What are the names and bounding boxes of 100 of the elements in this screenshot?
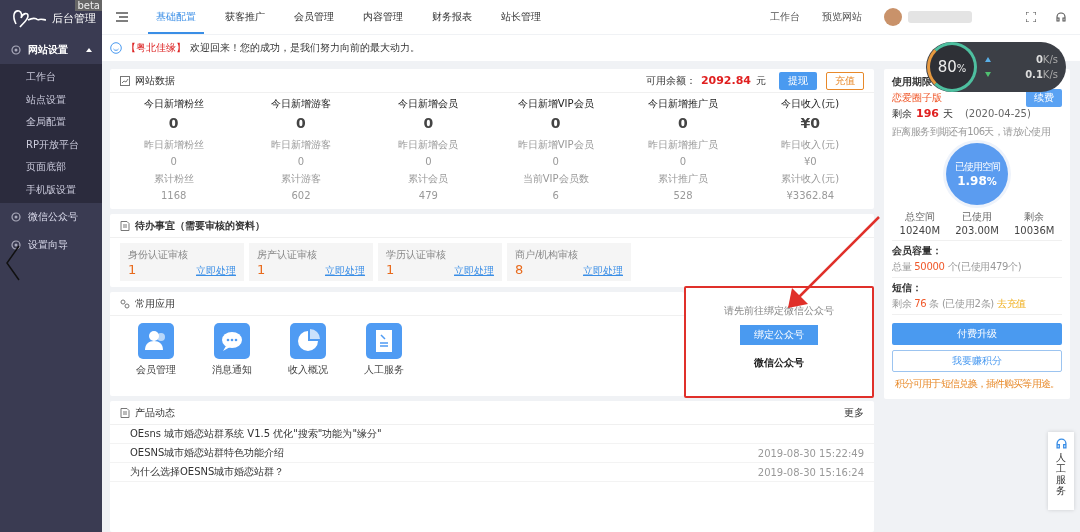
chevron-left-icon[interactable]	[6, 245, 20, 281]
apps-icon	[120, 298, 130, 309]
stat-title: 今日新增粉丝	[143, 97, 204, 111]
pie-chart-icon[interactable]	[290, 323, 326, 359]
sidebar-item[interactable]: 页面底部	[0, 156, 102, 179]
fullscreen-icon[interactable]	[1026, 12, 1036, 22]
headset-icon[interactable]	[1056, 12, 1066, 22]
stat-text: 昨日新增推广员	[648, 138, 718, 152]
chat-icon[interactable]	[214, 323, 250, 359]
stat-title: 今日收入(元)	[781, 97, 840, 111]
space-value: 10240M	[899, 225, 941, 236]
nav-tab[interactable]: 财务报表	[424, 0, 480, 34]
plan-note: 距离服务到期还有106天，请放心使用	[892, 125, 1052, 139]
headset-icon	[1055, 438, 1067, 449]
points-note: 积分可用于短信兑换，插件购买等用途。	[894, 377, 1060, 391]
document-icon[interactable]	[366, 323, 402, 359]
app-label[interactable]: 人工服务	[364, 363, 404, 377]
gear-icon	[10, 44, 22, 56]
balance-value: 2092.84	[700, 74, 751, 87]
nav-tab[interactable]: 内容管理	[355, 0, 411, 34]
sidebar-group[interactable]: 网站设置	[0, 36, 102, 64]
stat-text: 当前VIP会员数	[522, 172, 589, 186]
news-link[interactable]: OESNS城市婚恋站群特色功能介绍	[130, 446, 285, 460]
stat-text: 累计收入(元)	[781, 172, 840, 186]
sidebar-item[interactable]: 手机版设置	[0, 178, 102, 201]
stat-text: 1168	[160, 189, 187, 203]
wechat-hint: 请先前往绑定微信公众号	[724, 304, 834, 318]
todo-label: 学历认证审核	[386, 248, 447, 262]
stat-text: 累计会员	[408, 172, 449, 186]
stat-text: 528	[673, 189, 693, 203]
stat-text: 昨日新增游客	[271, 138, 331, 152]
todo-label: 身份认证审核	[128, 248, 189, 262]
todo-count: 1	[386, 262, 395, 277]
upload-rate: 0K/s	[1035, 54, 1058, 65]
stat-text: 累计游客	[281, 172, 321, 186]
balance-unit: 元	[756, 73, 766, 88]
gear-icon	[10, 239, 22, 251]
card-title: 常用应用	[135, 296, 175, 311]
avatar[interactable]	[884, 8, 902, 26]
header-link[interactable]: 预览网站	[822, 10, 862, 24]
gauge-label: 已使用空间	[954, 160, 1000, 174]
app-label[interactable]: 会员管理	[136, 363, 176, 377]
nav-tab[interactable]: 站长管理	[493, 0, 549, 34]
sidebar-item[interactable]: 工作台	[0, 66, 102, 89]
news-date: 2019-08-30 15:22:49	[757, 447, 864, 459]
users-icon[interactable]	[138, 323, 174, 359]
space-value: 203.00M	[955, 225, 999, 236]
sms-used: 条 (已使用2条)	[929, 298, 994, 309]
members-used: 个(已使用479个)	[947, 261, 1022, 272]
card-title: 产品动态	[135, 405, 175, 420]
members-label: 总量	[892, 261, 912, 272]
chart-icon	[120, 75, 130, 86]
caret-icon	[86, 48, 92, 52]
edition-name: 恋爱圈子版	[892, 91, 942, 105]
stat-text: 累计粉丝	[153, 172, 194, 186]
card-title: 网站数据	[135, 73, 175, 88]
smile-icon	[110, 42, 122, 54]
stat-title: 今日新增游客	[271, 97, 331, 111]
sidebar-group[interactable]: 设置向导	[0, 231, 102, 259]
stat-text: ¥3362.84	[786, 189, 835, 203]
header-link[interactable]: 工作台	[770, 10, 800, 24]
stat-value: ¥0	[800, 114, 821, 133]
service-tab[interactable]: 人工服务	[1048, 432, 1074, 510]
document-icon	[120, 407, 130, 418]
sms-count: 76	[914, 298, 927, 309]
news-link[interactable]: 为什么选择OESNS城市婚恋站群？	[130, 465, 285, 479]
document-icon	[120, 220, 130, 231]
sidebar-item[interactable]: 站点设置	[0, 88, 102, 111]
logo-text: 后台管理	[52, 10, 96, 26]
stat-value: 0	[678, 114, 688, 133]
nav-tab[interactable]: 会员管理	[286, 0, 342, 34]
stat-text: 昨日收入(元)	[781, 138, 840, 152]
sidebar-item[interactable]: 全局配置	[0, 111, 102, 134]
download-arrow-icon	[985, 72, 991, 77]
news-link[interactable]: OEsns 城市婚恋站群系统 V1.5 优化"搜索"功能为"缘分"	[130, 427, 382, 441]
todo-count: 1	[128, 262, 137, 277]
space-value: 10036M	[1013, 225, 1055, 236]
todo-count: 8	[515, 262, 524, 277]
stat-text: 0	[552, 155, 559, 169]
nav-tab[interactable]: 获客推广	[217, 0, 273, 34]
sidebar-item[interactable]: RP开放平台	[0, 133, 102, 156]
stat-text: 0	[425, 155, 432, 169]
stat-text: 0	[679, 155, 687, 169]
percent-text: 80%	[937, 58, 967, 76]
wechat-caption: 微信公众号	[754, 356, 804, 370]
app-label[interactable]: 消息通知	[212, 363, 252, 377]
sidebar-group[interactable]: 微信公众号	[0, 203, 102, 231]
stat-value: 0	[168, 114, 179, 133]
menu-icon[interactable]	[116, 12, 128, 22]
section-title: 会员容量：	[892, 244, 943, 258]
stat-title: 今日新增VIP会员	[517, 97, 594, 111]
news-date: 2019-08-30 15:16:24	[757, 466, 864, 478]
stat-value: 0	[296, 114, 306, 133]
gear-icon	[10, 211, 22, 223]
stat-text: 0	[170, 155, 177, 169]
welcome-text: 欢迎回来！您的成功，是我们努力向前的最大动力。	[190, 41, 420, 55]
stat-text: 昨日新增粉丝	[143, 138, 204, 152]
stat-title: 今日新增推广员	[648, 97, 718, 111]
app-label[interactable]: 收入概况	[288, 363, 328, 377]
more-link[interactable]: 更多	[844, 405, 864, 420]
